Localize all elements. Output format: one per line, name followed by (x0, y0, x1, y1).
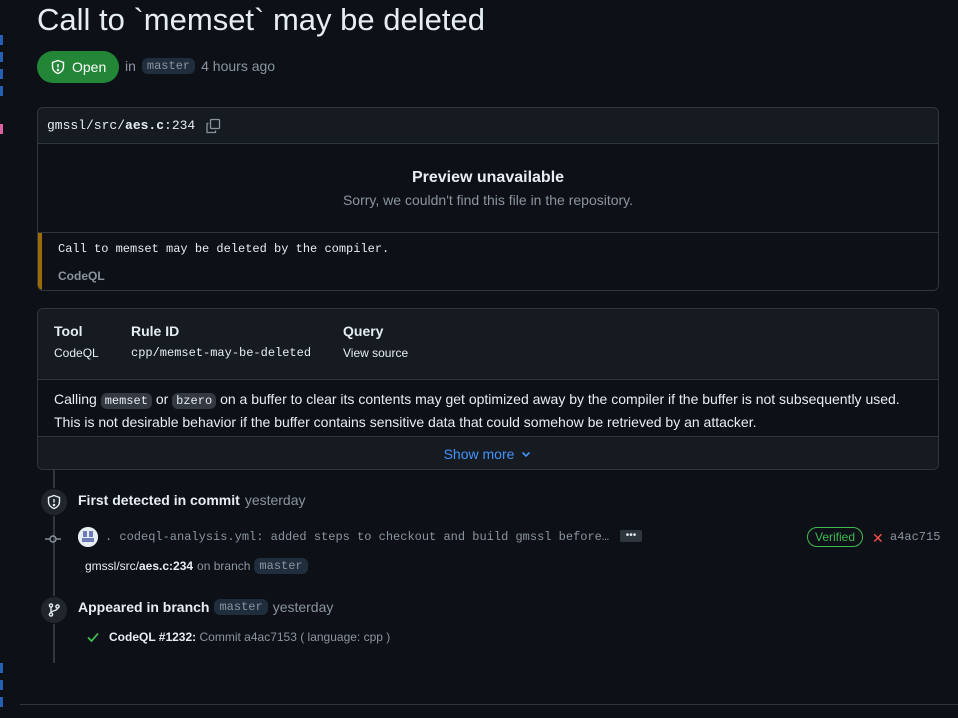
status-badge: Open (37, 51, 120, 83)
query-column: Query View source (343, 323, 408, 360)
preview-message: Sorry, we couldn't find this file in the… (342, 192, 634, 208)
alert-message: Call to memset may be deleted by the com… (58, 242, 390, 256)
first-detected-title: First detected in commit yesterday (78, 492, 306, 508)
time-ago: 4 hours ago (201, 58, 276, 74)
rule-id-value: cpp/memset-may-be-deleted (131, 346, 312, 360)
view-source-link[interactable]: View source (343, 346, 408, 360)
branch-link[interactable]: master (254, 558, 308, 574)
in-label: in (125, 58, 136, 74)
alert-tool: CodeQL (58, 269, 105, 283)
rule-description: Calling memset or bzero on a buffer to c… (38, 380, 938, 437)
alert-message-box: Call to memset may be deleted by the com… (38, 233, 938, 290)
show-more-label: Show more (443, 445, 515, 462)
copy-icon[interactable] (205, 118, 221, 134)
rule-id-column: Rule ID cpp/memset-may-be-deleted (131, 323, 311, 360)
analysis-run-link[interactable]: CodeQL #1232: Commit a4ac7153 ( language… (109, 630, 390, 644)
git-branch-icon (40, 596, 68, 624)
x-icon[interactable]: ✕ (872, 530, 884, 547)
shield-icon (40, 488, 68, 516)
commit-file-link[interactable]: gmssl/src/aes.c:234 (85, 559, 193, 573)
on-branch-label: on branch (197, 559, 251, 573)
preview-panel: Preview unavailable Sorry, we couldn't f… (38, 144, 938, 233)
shield-alert-icon (51, 59, 65, 75)
show-more-button[interactable]: Show more (38, 437, 938, 469)
code-bzero: bzero (172, 393, 217, 409)
page-title: Call to `memset` may be deleted (37, 2, 485, 37)
file-location-box: gmssl/src/aes.c:234 Preview unavailable … (37, 107, 939, 291)
appeared-in-branch-title: Appeared in branch master yesterday (78, 599, 334, 615)
rule-header: Tool CodeQL Rule ID cpp/memset-may-be-de… (38, 309, 938, 380)
commit-sha-link[interactable]: a4ac715 (890, 530, 940, 544)
code-memset: memset (100, 393, 152, 409)
commit-location: gmssl/src/aes.c:234 on branch master (85, 558, 308, 574)
chevron-down-icon (522, 451, 531, 457)
rule-id-header: Rule ID (131, 323, 180, 339)
alert-meta: in master 4 hours ago (125, 58, 275, 74)
desc-text: or (155, 391, 169, 407)
status-label: Open (72, 59, 107, 75)
branch-link[interactable]: master (141, 58, 196, 74)
desc-line-2: This is not desirable behavior if the bu… (54, 414, 757, 430)
desc-text: on a buffer to clear its contents may ge… (220, 391, 900, 407)
divider (20, 704, 958, 705)
file-header: gmssl/src/aes.c:234 (38, 108, 938, 144)
editor-gutter (0, 0, 4, 718)
branch-link[interactable]: master (214, 599, 268, 615)
expand-commit-button[interactable]: ••• (620, 530, 642, 542)
file-path[interactable]: gmssl/src/aes.c:234 (47, 118, 195, 133)
verified-badge[interactable]: Verified (807, 527, 864, 547)
rule-box: Tool CodeQL Rule ID cpp/memset-may-be-de… (37, 308, 939, 470)
commit-message-link[interactable]: . codeql-analysis.yml: added steps to ch… (105, 530, 609, 544)
query-header: Query (343, 323, 384, 339)
tool-value: CodeQL (54, 346, 99, 360)
git-commit-icon (45, 535, 61, 543)
avatar[interactable] (78, 527, 98, 547)
check-icon (87, 632, 99, 643)
tool-header: Tool (54, 323, 83, 339)
tool-column: Tool CodeQL (54, 323, 99, 360)
preview-title: Preview unavailable (411, 169, 565, 186)
desc-text: Calling (54, 391, 97, 407)
